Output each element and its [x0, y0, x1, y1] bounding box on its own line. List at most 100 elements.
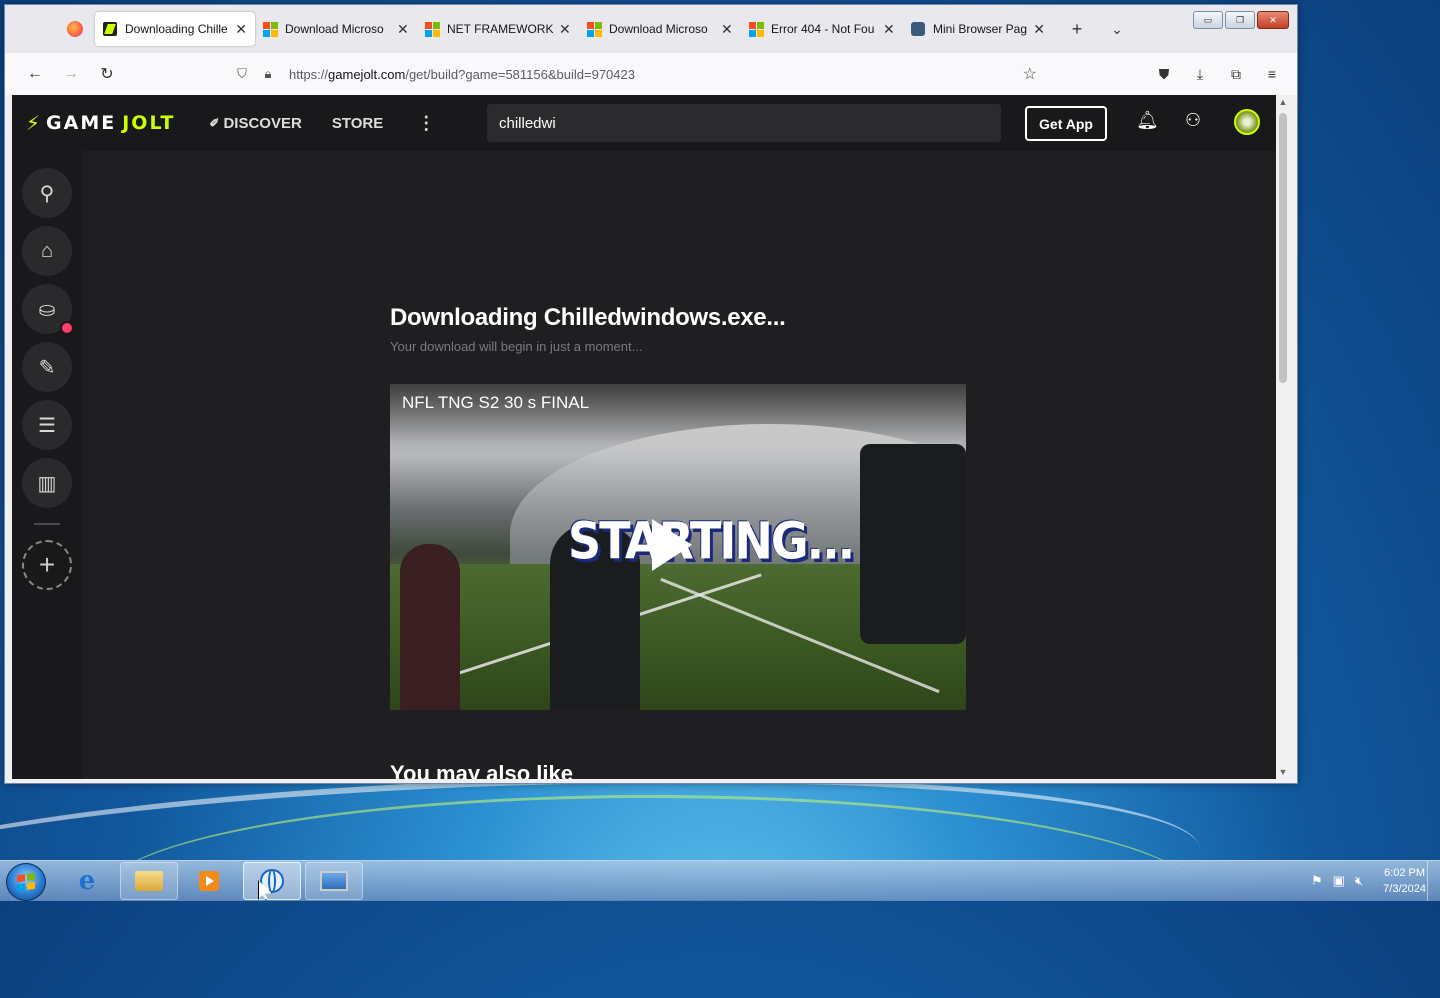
library-icon[interactable]: ▥ — [22, 458, 72, 508]
microsoft-favicon-icon — [749, 22, 764, 37]
logo-text-jolt: JOLT — [122, 112, 176, 134]
start-button[interactable] — [6, 863, 46, 901]
store-icon[interactable]: ⌂ — [22, 226, 72, 276]
reload-button[interactable]: ↻ — [89, 59, 125, 89]
microsoft-favicon-icon — [425, 22, 440, 37]
gamejolt-sidebar: ⚲ ⌂ ⛀ ✎ ☰ ▥ + — [12, 151, 82, 779]
trophy-icon[interactable]: ✎ — [22, 342, 72, 392]
windows-taskbar: e ⚑ ▣ 🔇︎ 6:02 PM 7/3/2024 — [0, 860, 1440, 901]
gamejolt-nav: ✐ DISCOVER STORE ⋮ — [209, 113, 435, 134]
pocket-icon[interactable]: ⛊ — [1151, 59, 1177, 89]
video-title: NFL TNG S2 30 s FINAL — [402, 393, 590, 412]
video-camera-rig — [860, 444, 966, 644]
chat-icon[interactable]: ☰ — [22, 400, 72, 450]
tab-close-icon[interactable]: ✕ — [397, 21, 409, 38]
new-tab-button[interactable]: + — [1063, 19, 1091, 40]
firefox-view-button[interactable] — [55, 9, 95, 49]
taskbar-media-player[interactable] — [180, 862, 238, 900]
action-center-flag-icon[interactable]: ⚑ — [1311, 873, 1323, 889]
volume-muted-icon[interactable]: 🔇︎ — [1355, 873, 1363, 889]
scroll-down-arrow-icon[interactable]: ▼ — [1276, 767, 1290, 777]
internet-explorer-icon: e — [78, 866, 96, 896]
play-icon[interactable] — [652, 519, 692, 571]
tab-title: Downloading Chille — [125, 22, 228, 36]
toolbar-right-icons: ⛊ ⤓ ⧉ ≡ — [1151, 59, 1285, 89]
video-overlay-text: STARTING... — [568, 511, 855, 571]
tab-close-icon[interactable]: ✕ — [883, 21, 895, 38]
notifications-bell-icon[interactable]: 🔔︎ — [1136, 110, 1159, 131]
firefox-icon — [67, 21, 83, 37]
explore-icon[interactable]: ⚲ — [22, 168, 72, 218]
tab-net-framework[interactable]: NET FRAMEWORK ✕ — [417, 12, 579, 46]
show-desktop-button[interactable] — [1427, 861, 1440, 901]
url-text[interactable]: https://gamejolt.com/get/build?game=5811… — [289, 67, 635, 82]
user-avatar[interactable] — [1234, 109, 1260, 135]
sidebar-divider — [34, 523, 60, 525]
friends-icon[interactable]: ⚇ — [1185, 110, 1201, 131]
url-bar[interactable]: ⛉ 🔒︎ https://gamejolt.com/get/build?game… — [231, 59, 1041, 89]
tab-close-icon[interactable]: ✕ — [721, 21, 733, 38]
menu-hamburger-icon[interactable]: ≡ — [1259, 59, 1285, 89]
bookmark-star-icon[interactable]: ☆ — [1023, 64, 1037, 84]
download-title: Downloading Chilledwindows.exe... — [390, 304, 786, 331]
more-options-icon[interactable]: ⋮ — [417, 113, 435, 134]
restore-button[interactable]: ❐ — [1225, 11, 1255, 29]
clock-date: 7/3/2024 — [1383, 883, 1426, 895]
url-path: /get/build?game=581156&build=970423 — [405, 66, 635, 82]
mini-browser-favicon-icon — [911, 22, 925, 36]
url-host: gamejolt.com — [328, 66, 406, 82]
download-main: Downloading Chilledwindows.exe... Your d… — [82, 151, 1276, 779]
page-scrollbar[interactable]: ▲ ▼ — [1276, 95, 1290, 779]
clock[interactable]: 6:02 PM 7/3/2024 — [1383, 865, 1426, 897]
taskbar-browser[interactable] — [243, 862, 301, 900]
download-subtitle: Your download will begin in just a momen… — [390, 339, 643, 354]
system-tray: ⚑ ▣ 🔇︎ 6:02 PM 7/3/2024 — [1311, 865, 1426, 897]
tab-title: NET FRAMEWORK — [447, 22, 553, 36]
tab-download-microsoft-1[interactable]: Download Microso ✕ — [255, 12, 417, 46]
forward-button[interactable]: → — [53, 59, 89, 89]
tab-mini-browser-page[interactable]: Mini Browser Page ✕ — [903, 12, 1053, 46]
minimize-button[interactable]: ▭ — [1193, 11, 1223, 29]
tab-downloading-chilled[interactable]: Downloading Chille ✕ — [95, 12, 255, 46]
discover-icon: ✐ — [209, 116, 220, 130]
back-button[interactable]: ← — [17, 59, 53, 89]
taskbar-internet-explorer[interactable]: e — [58, 862, 116, 900]
lock-icon[interactable]: 🔒︎ — [257, 66, 279, 82]
list-all-tabs-button[interactable]: ⌄ — [1103, 21, 1131, 38]
search-input[interactable]: chilledwi — [487, 104, 1001, 142]
nav-discover-label: DISCOVER — [223, 114, 302, 132]
monitor-icon — [320, 871, 348, 891]
microsoft-favicon-icon — [263, 22, 278, 37]
logo-text-game: GAME — [46, 112, 117, 134]
tab-bar: Downloading Chille ✕ Download Microso ✕ … — [5, 5, 1297, 53]
gamejolt-favicon-icon — [103, 22, 117, 36]
scrollbar-thumb[interactable] — [1279, 113, 1287, 383]
video-ad-player[interactable]: NFL TNG S2 30 s FINAL STARTING... — [390, 384, 966, 710]
tab-close-icon[interactable]: ✕ — [235, 21, 247, 38]
clock-time: 6:02 PM — [1384, 867, 1426, 879]
lightning-bolt-icon: ⚡︎ — [26, 111, 43, 135]
scroll-up-arrow-icon[interactable]: ▲ — [1276, 97, 1290, 107]
get-app-button[interactable]: Get App — [1025, 106, 1107, 141]
navigation-toolbar: ← → ↻ ⛉ 🔒︎ https://gamejolt.com/get/buil… — [5, 53, 1297, 95]
video-person — [400, 544, 460, 710]
downloads-icon[interactable]: ⤓ — [1187, 59, 1213, 89]
gamejolt-logo[interactable]: ⚡︎ GAME JOLT — [26, 111, 175, 135]
tab-download-microsoft-2[interactable]: Download Microso ✕ — [579, 12, 741, 46]
network-icon[interactable]: ▣ — [1333, 873, 1345, 889]
tracking-protection-shield-icon[interactable]: ⛉ — [231, 66, 253, 82]
taskbar-remote-desktop[interactable] — [305, 862, 363, 900]
window-controls: ▭ ❐ ✕ — [1193, 11, 1289, 29]
tab-title: Mini Browser Page — [933, 22, 1028, 36]
tab-error-404[interactable]: Error 404 - Not Fou ✕ — [741, 12, 903, 46]
tab-close-icon[interactable]: ✕ — [559, 21, 571, 38]
nav-discover-link[interactable]: ✐ DISCOVER — [209, 115, 301, 132]
close-window-button[interactable]: ✕ — [1257, 11, 1289, 29]
extensions-icon[interactable]: ⧉ — [1223, 59, 1249, 89]
taskbar-file-explorer[interactable] — [120, 862, 178, 900]
tab-title: Error 404 - Not Fou — [771, 22, 875, 36]
tab-close-icon[interactable]: ✕ — [1033, 21, 1045, 38]
windows-logo-icon — [17, 872, 35, 892]
add-community-button[interactable]: + — [22, 540, 72, 590]
nav-store-link[interactable]: STORE — [332, 115, 383, 132]
